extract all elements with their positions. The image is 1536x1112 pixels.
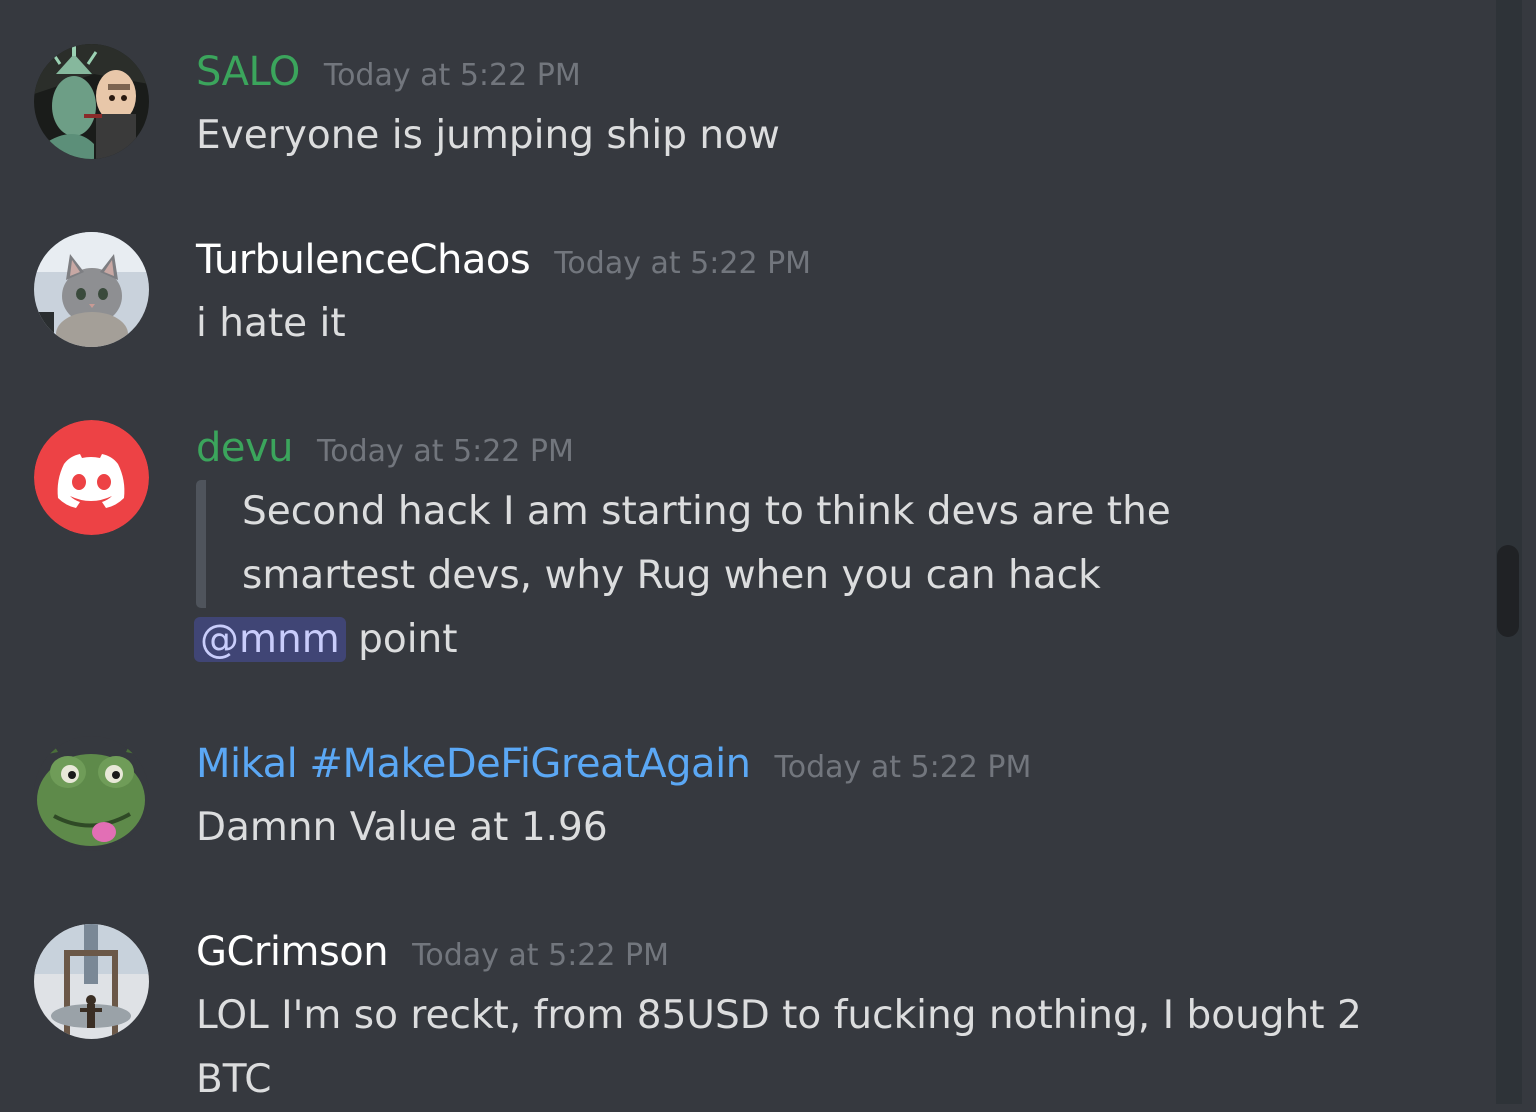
timestamp: Today at 5:22 PM	[323, 58, 581, 93]
message-text: Everyone is jumping ship now	[196, 113, 780, 158]
timestamp: Today at 5:22 PM	[412, 938, 669, 973]
message-text: LOL I'm so reckt, from 85USD to fucking …	[196, 984, 1362, 1112]
scrollbar-thumb[interactable]	[1497, 545, 1519, 637]
username[interactable]: Mikal #MakeDeFiGreatAgain	[196, 736, 751, 792]
username[interactable]: GCrimson	[196, 924, 389, 980]
username[interactable]: SALO	[196, 44, 300, 100]
message-text-line: BTC	[196, 1057, 272, 1102]
message-text: @mnm point	[194, 608, 458, 672]
message-text: i hate it	[196, 301, 346, 346]
message-header: devu Today at 5:22 PM	[196, 420, 574, 476]
block-quote: Second hack I am starting to think devs …	[196, 480, 1171, 608]
chat-messages: SALO Today at 5:22 PM Everyone is jumpin…	[0, 0, 1496, 1104]
message-header: GCrimson Today at 5:22 PM	[196, 924, 669, 980]
discord-default-avatar[interactable]	[34, 420, 149, 535]
username[interactable]: TurbulenceChaos	[196, 232, 531, 288]
username[interactable]: devu	[196, 420, 294, 476]
message-text: Damnn Value at 1.96	[196, 805, 608, 850]
statue-of-liberty-avatar[interactable]	[34, 44, 149, 159]
quote-line: smartest devs, why Rug when you can hack	[242, 553, 1101, 598]
message-header: TurbulenceChaos Today at 5:22 PM	[196, 232, 811, 288]
quote-line: Second hack I am starting to think devs …	[242, 489, 1171, 534]
message-header: Mikal #MakeDeFiGreatAgain Today at 5:22 …	[196, 736, 1031, 792]
timestamp: Today at 5:22 PM	[554, 246, 812, 281]
message-header: SALO Today at 5:22 PM	[196, 44, 581, 100]
message-text-line: LOL I'm so reckt, from 85USD to fucking …	[196, 993, 1362, 1038]
user-mention[interactable]: @mnm	[194, 617, 346, 662]
timestamp: Today at 5:22 PM	[317, 434, 574, 469]
frog-avatar[interactable]	[34, 736, 149, 851]
kitten-avatar[interactable]	[34, 232, 149, 347]
message-text-after-mention: point	[358, 617, 458, 662]
tower-figure-avatar[interactable]	[34, 924, 149, 1039]
timestamp: Today at 5:22 PM	[774, 750, 1032, 785]
